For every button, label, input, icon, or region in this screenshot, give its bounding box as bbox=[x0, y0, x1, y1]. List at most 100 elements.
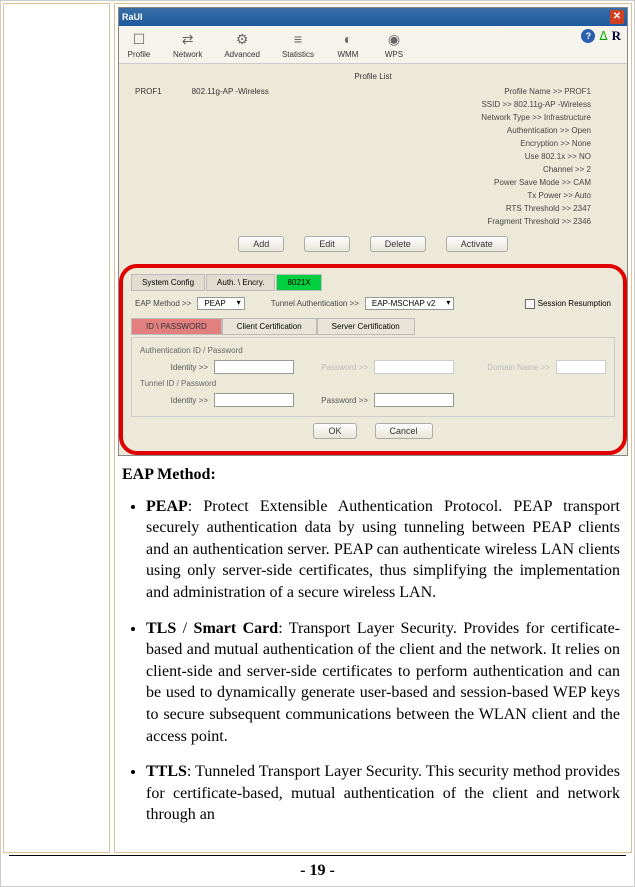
detail-line: Network Type >> Infrastructure bbox=[348, 111, 621, 124]
domain-label: Domain Name >> bbox=[480, 363, 550, 372]
checkbox-icon bbox=[525, 299, 535, 309]
list-item: TTLS: Tunneled Transport Layer Security.… bbox=[146, 761, 620, 826]
right-column: RaUI ✕ ☐ Profile ⇄ Network ⚙ Advanced bbox=[114, 3, 632, 853]
brand-logo: R bbox=[612, 28, 621, 44]
help-icon[interactable]: ? bbox=[581, 29, 595, 43]
tab-client-cert[interactable]: Client Certification bbox=[222, 318, 317, 335]
peap-description: : Protect Extensible Authentication Prot… bbox=[146, 498, 620, 601]
tab-id-password[interactable]: ID \ PASSWORD bbox=[131, 318, 222, 335]
tab-profile[interactable]: ☐ Profile bbox=[127, 30, 151, 59]
password-label: Password >> bbox=[320, 396, 368, 405]
left-column bbox=[3, 3, 110, 853]
term-peap: PEAP bbox=[146, 498, 188, 515]
window-titlebar: RaUI ✕ bbox=[119, 8, 627, 26]
detail-line: Profile Name >> PROF1 bbox=[348, 85, 621, 98]
main-toolbar: ☐ Profile ⇄ Network ⚙ Advanced ≡ Statist… bbox=[119, 26, 627, 64]
tunnel-password-input[interactable] bbox=[374, 393, 454, 407]
activate-button[interactable]: Activate bbox=[446, 236, 508, 252]
wmm-icon: ◐ bbox=[336, 30, 360, 48]
tunnel-auth-dropdown[interactable]: EAP-MSCHAP v2 bbox=[365, 297, 454, 310]
profile-icon: ☐ bbox=[127, 30, 151, 48]
tab-network[interactable]: ⇄ Network bbox=[173, 30, 202, 59]
detail-line: Authentication >> Open bbox=[348, 124, 621, 137]
content-row: RaUI ✕ ☐ Profile ⇄ Network ⚙ Advanced bbox=[1, 1, 634, 855]
detail-line: Use 802.1x >> NO bbox=[348, 150, 621, 163]
tls-description: : Transport Layer Security. Provides for… bbox=[146, 620, 620, 745]
edit-button[interactable]: Edit bbox=[304, 236, 350, 252]
profile-list-header: Profile List bbox=[125, 68, 621, 85]
tab-wmm[interactable]: ◐ WMM bbox=[336, 30, 360, 59]
tab-system-config[interactable]: System Config bbox=[131, 274, 205, 291]
detail-line: RTS Threshold >> 2347 bbox=[348, 202, 621, 215]
advanced-icon: ⚙ bbox=[230, 30, 254, 48]
cancel-button[interactable]: Cancel bbox=[375, 423, 433, 439]
ok-button[interactable]: OK bbox=[313, 423, 356, 439]
auth-identity-input[interactable] bbox=[214, 360, 294, 374]
identity-label: Identity >> bbox=[160, 363, 208, 372]
document-text: EAP Method: PEAP: Protect Extensible Aut… bbox=[118, 456, 628, 840]
term-smart-card: Smart Card bbox=[194, 620, 279, 637]
tab-label: WPS bbox=[382, 50, 406, 59]
close-icon[interactable]: ✕ bbox=[610, 10, 624, 24]
tab-label: Statistics bbox=[282, 50, 314, 59]
identity-label: Identity >> bbox=[160, 396, 208, 405]
detail-line: Tx Power >> Auto bbox=[348, 189, 621, 202]
toolbar-right: ? ⵠ R bbox=[581, 28, 621, 44]
tab-wps[interactable]: ◉ WPS bbox=[382, 30, 406, 59]
checkbox-label: Session Resumption bbox=[538, 299, 611, 308]
tab-advanced[interactable]: ⚙ Advanced bbox=[224, 30, 260, 59]
method-list: PEAP: Protect Extensible Authentication … bbox=[122, 496, 620, 826]
config-tabs: System Config Auth. \ Encry. 8021X bbox=[131, 274, 615, 291]
profile-row[interactable]: PROF1 802.11g-AP -Wireless bbox=[125, 85, 348, 98]
tunnel-id-pw-label: Tunnel ID / Password bbox=[140, 379, 606, 388]
profile-list: PROF1 802.11g-AP -Wireless bbox=[125, 85, 348, 228]
highlight-box: System Config Auth. \ Encry. 8021X EAP M… bbox=[119, 264, 627, 455]
dialog-buttons: OK Cancel bbox=[131, 417, 615, 441]
detail-line: SSID >> 802.11g-AP -Wireless bbox=[348, 98, 621, 111]
page-number: - 19 - bbox=[9, 855, 626, 886]
tab-label: Advanced bbox=[224, 50, 260, 59]
auth-id-pw-label: Authentication ID / Password bbox=[140, 346, 606, 355]
tunnel-identity-input[interactable] bbox=[214, 393, 294, 407]
detail-line: Fragment Threshold >> 2346 bbox=[348, 215, 621, 228]
network-icon: ⇄ bbox=[176, 30, 200, 48]
list-item: TLS / Smart Card: Transport Layer Securi… bbox=[146, 618, 620, 748]
document-page: RaUI ✕ ☐ Profile ⇄ Network ⚙ Advanced bbox=[0, 0, 635, 887]
wps-icon: ◉ bbox=[382, 30, 406, 48]
tab-8021x[interactable]: 8021X bbox=[276, 274, 321, 291]
tab-label: WMM bbox=[336, 50, 360, 59]
credentials-box: Authentication ID / Password Identity >>… bbox=[131, 337, 615, 417]
statistics-icon: ≡ bbox=[286, 30, 310, 48]
tunnel-auth-label: Tunnel Authentication >> bbox=[271, 299, 359, 308]
signal-icon: ⵠ bbox=[599, 29, 607, 43]
detail-line: Power Save Mode >> CAM bbox=[348, 176, 621, 189]
eap-row: EAP Method >> PEAP Tunnel Authentication… bbox=[131, 291, 615, 316]
add-button[interactable]: Add bbox=[238, 236, 284, 252]
section-heading: EAP Method: bbox=[122, 464, 620, 486]
term-ttls: TTLS bbox=[146, 763, 187, 780]
auth-domain-input[interactable] bbox=[556, 360, 606, 374]
tab-label: Profile bbox=[127, 50, 151, 59]
profile-area: Profile List PROF1 802.11g-AP -Wireless … bbox=[119, 64, 627, 260]
window-title: RaUI bbox=[122, 12, 143, 22]
tab-statistics[interactable]: ≡ Statistics bbox=[282, 30, 314, 59]
tab-auth-encry[interactable]: Auth. \ Encry. bbox=[206, 274, 275, 291]
raui-window: RaUI ✕ ☐ Profile ⇄ Network ⚙ Advanced bbox=[118, 7, 628, 456]
tunnel-identity-row: Identity >> Password >> bbox=[140, 390, 606, 410]
ttls-description: : Tunneled Transport Layer Security. Thi… bbox=[146, 763, 620, 823]
detail-line: Encryption >> None bbox=[348, 137, 621, 150]
list-item: PEAP: Protect Extensible Authentication … bbox=[146, 496, 620, 604]
delete-button[interactable]: Delete bbox=[370, 236, 426, 252]
eap-method-label: EAP Method >> bbox=[135, 299, 191, 308]
eap-method-dropdown[interactable]: PEAP bbox=[197, 297, 244, 310]
session-resumption-checkbox[interactable]: Session Resumption bbox=[525, 299, 611, 309]
profile-ssid: 802.11g-AP -Wireless bbox=[192, 87, 269, 96]
tab-label: Network bbox=[173, 50, 202, 59]
profile-details: Profile Name >> PROF1 SSID >> 802.11g-AP… bbox=[348, 85, 621, 228]
tab-server-cert[interactable]: Server Certification bbox=[317, 318, 415, 335]
auth-password-input[interactable] bbox=[374, 360, 454, 374]
auth-identity-row: Identity >> Password >> Domain Name >> bbox=[140, 357, 606, 377]
auth-tabs: ID \ PASSWORD Client Certification Serve… bbox=[131, 318, 615, 335]
term-tls: TLS bbox=[146, 620, 176, 637]
detail-line: Channel >> 2 bbox=[348, 163, 621, 176]
